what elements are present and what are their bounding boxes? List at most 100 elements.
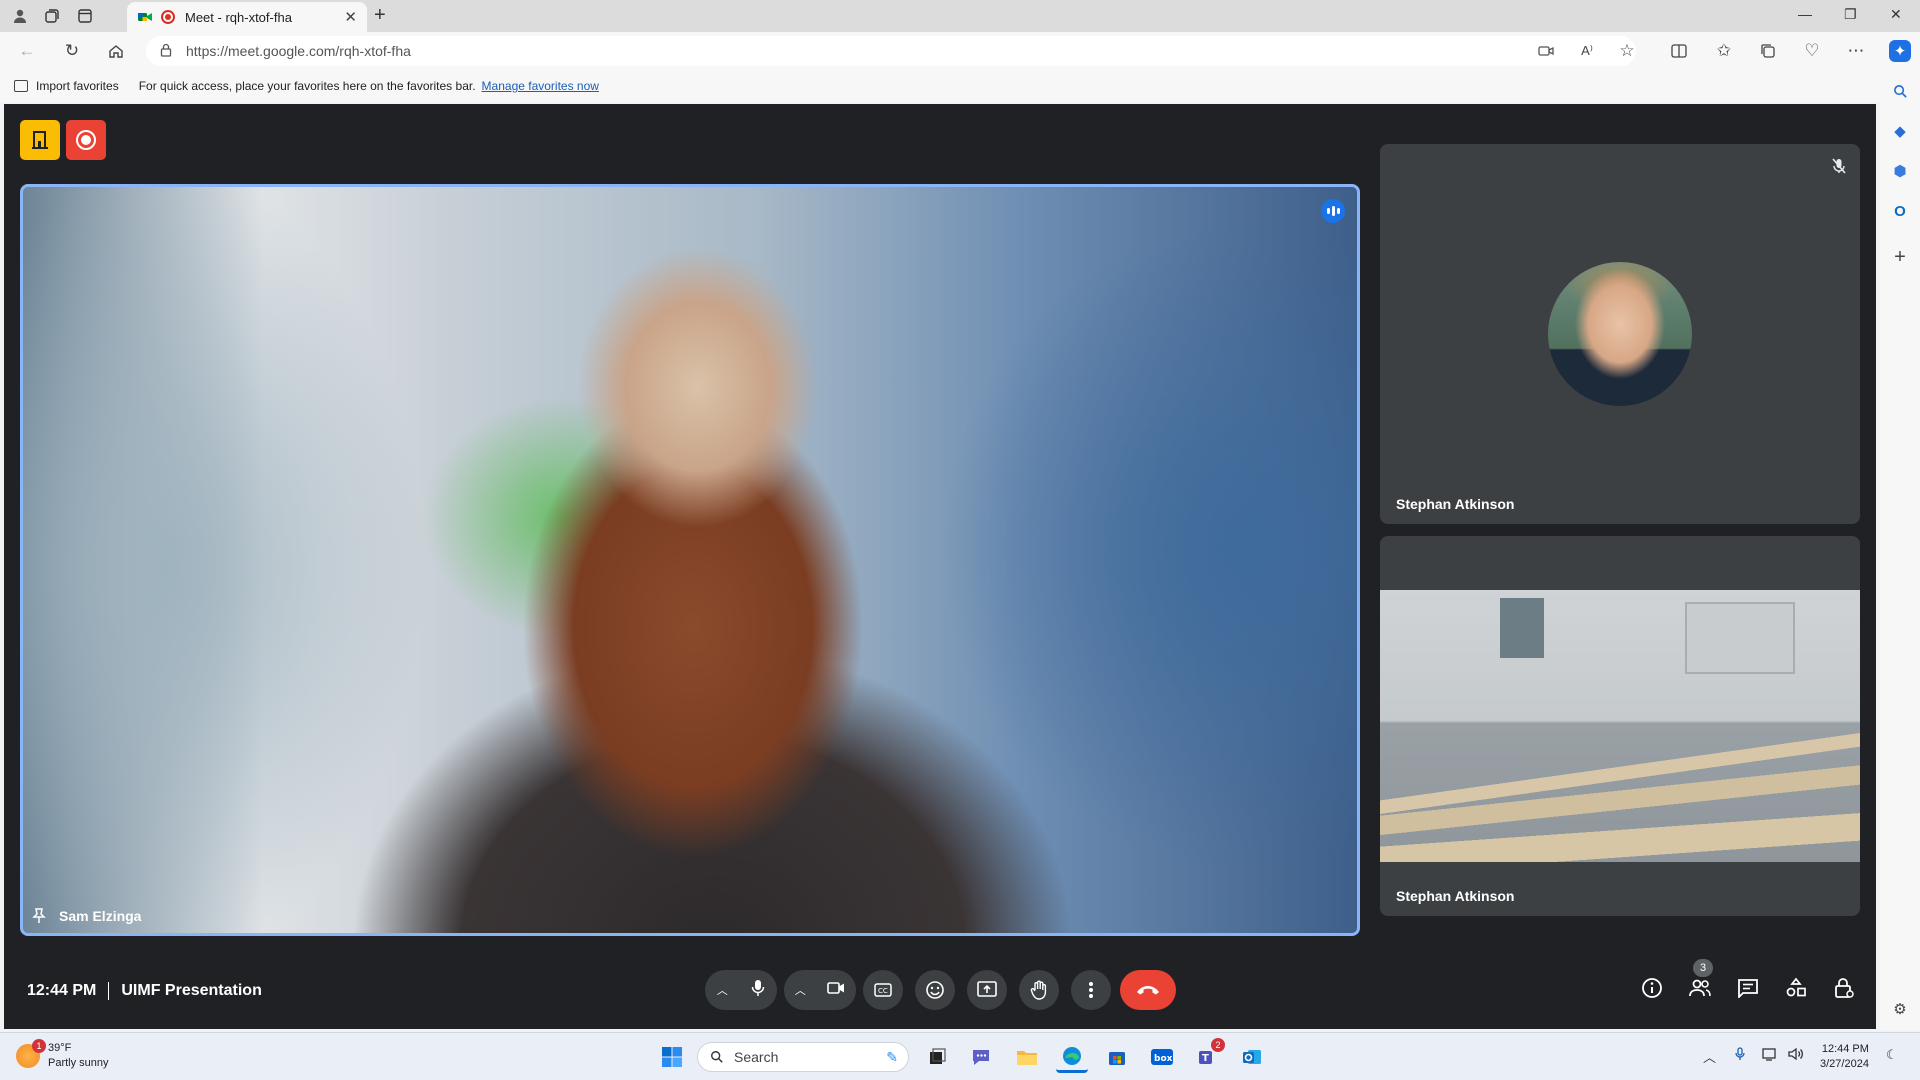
copilot-icon[interactable]: ✦: [1889, 40, 1911, 62]
outlook-taskbar-icon[interactable]: [1236, 1041, 1268, 1073]
more-options-button[interactable]: [1071, 970, 1111, 1010]
workspaces-icon[interactable]: [42, 6, 62, 26]
restore-icon[interactable]: ❐: [1844, 6, 1857, 23]
address-bar-row: ← ↻ https://meet.google.com/rqh-xtof-fha…: [0, 32, 1920, 70]
participant-video-feed: [1380, 590, 1860, 862]
url-field[interactable]: https://meet.google.com/rqh-xtof-fha: [146, 36, 1636, 66]
chat-app-icon[interactable]: [966, 1041, 998, 1073]
lock-icon[interactable]: [160, 43, 172, 60]
system-clock[interactable]: 12:44 PM 3/27/2024: [1820, 1042, 1869, 1072]
minimize-icon[interactable]: —: [1798, 6, 1812, 22]
new-tab-icon[interactable]: +: [374, 4, 386, 27]
home-icon[interactable]: [105, 40, 127, 62]
building-icon: [32, 131, 48, 149]
folder-icon: [14, 80, 28, 92]
pin-icon[interactable]: [31, 907, 49, 925]
outlook-icon[interactable]: O: [1889, 200, 1911, 222]
weather-widget[interactable]: 1 39°F Partly sunny: [16, 1039, 109, 1071]
edge-browser-icon[interactable]: [1056, 1041, 1088, 1073]
hand-icon: [1030, 980, 1047, 1000]
split-screen-icon[interactable]: [1668, 40, 1690, 62]
volume-icon[interactable]: [1788, 1047, 1804, 1064]
start-button[interactable]: [656, 1041, 688, 1073]
participant-avatar: [1548, 262, 1692, 406]
back-icon[interactable]: ←: [16, 40, 38, 62]
present-screen-button[interactable]: [967, 970, 1007, 1010]
browser-essentials-icon[interactable]: ♡: [1801, 40, 1823, 62]
collections-icon[interactable]: [1757, 40, 1779, 62]
manage-favorites-link[interactable]: Manage favorites now: [482, 79, 599, 93]
box-app-icon[interactable]: box: [1146, 1041, 1178, 1073]
companion-mode-button[interactable]: [20, 120, 60, 160]
chat-icon[interactable]: [1734, 974, 1762, 1002]
captions-button[interactable]: CC: [863, 970, 903, 1010]
camera-in-use-icon[interactable]: [1535, 40, 1557, 62]
tab-actions-icon[interactable]: [75, 6, 95, 26]
raise-hand-button[interactable]: [1019, 970, 1059, 1010]
teams-icon[interactable]: T 2: [1191, 1038, 1225, 1073]
meeting-info: 12:44 PM UIMF Presentation: [27, 982, 262, 1000]
video-options-chevron-up-icon[interactable]: ︿: [795, 982, 806, 998]
recording-button[interactable]: [66, 120, 106, 160]
search-highlight-icon: ✎: [886, 1048, 898, 1065]
camera-button[interactable]: [827, 981, 845, 1000]
svg-text:box: box: [1154, 1054, 1173, 1064]
meeting-details-icon[interactable]: [1638, 974, 1666, 1002]
tab-title: Meet - rqh-xtof-fha: [185, 9, 292, 25]
close-window-icon[interactable]: ✕: [1890, 6, 1902, 23]
office-icon[interactable]: ⬢: [1889, 160, 1911, 182]
file-explorer-icon[interactable]: [1011, 1041, 1043, 1073]
participant-tile-avatar[interactable]: Stephan Atkinson: [1380, 144, 1860, 524]
activities-icon[interactable]: [1782, 974, 1810, 1002]
settings-and-more-icon[interactable]: ⋯: [1845, 40, 1867, 62]
url-text: https://meet.google.com/rqh-xtof-fha: [186, 43, 411, 59]
tab-google-meet[interactable]: Meet - rqh-xtof-fha ✕: [127, 2, 367, 32]
weather-badge: 1: [32, 1039, 46, 1053]
weather-sun-icon: 1: [16, 1039, 46, 1068]
microphone-button[interactable]: [751, 979, 765, 1002]
show-hidden-icons-chevron-icon[interactable]: ︿: [1703, 1047, 1716, 1066]
host-controls-icon[interactable]: [1830, 974, 1858, 1002]
reactions-button[interactable]: [915, 970, 955, 1010]
taskbar-search-box[interactable]: Search ✎: [697, 1042, 909, 1072]
add-sidebar-app-icon[interactable]: +: [1889, 246, 1911, 268]
read-aloud-icon[interactable]: A⁾: [1576, 40, 1598, 62]
more-vert-icon: [1089, 982, 1093, 998]
favorites-icon[interactable]: ✩: [1713, 40, 1735, 62]
import-favorites-button[interactable]: Import favorites: [14, 79, 119, 93]
favorite-star-icon[interactable]: ☆: [1616, 40, 1638, 62]
windows-taskbar: 1 39°F Partly sunny Search ✎ box T 2 ︿ 1…: [0, 1032, 1920, 1080]
windows-logo-icon: [662, 1047, 682, 1067]
weather-temperature: 39°F: [48, 1042, 72, 1054]
microsoft-store-icon[interactable]: [1101, 1041, 1133, 1073]
refresh-icon[interactable]: ↻: [61, 40, 83, 62]
tray-microphone-icon[interactable]: [1735, 1047, 1745, 1064]
shopping-icon[interactable]: ◆: [1889, 120, 1911, 142]
teams-notification-badge: 2: [1211, 1038, 1225, 1052]
emoji-icon: [926, 981, 944, 999]
people-button[interactable]: 3: [1686, 959, 1714, 1002]
task-view-icon[interactable]: [921, 1041, 953, 1073]
participant-count-badge: 3: [1693, 959, 1713, 977]
participant-tile-video[interactable]: Stephan Atkinson: [1380, 536, 1860, 916]
google-meet-favicon: [137, 9, 153, 25]
network-icon[interactable]: [1762, 1047, 1778, 1064]
microphone-icon: [752, 979, 765, 996]
audio-options-chevron-up-icon[interactable]: ︿: [717, 982, 728, 998]
leave-call-button[interactable]: [1120, 970, 1176, 1010]
profile-icon[interactable]: [10, 6, 30, 26]
microphone-control: ︿: [705, 970, 777, 1010]
notifications-moon-icon[interactable]: ☾: [1886, 1047, 1898, 1063]
captions-icon: CC: [874, 983, 892, 997]
end-call-icon: [1137, 986, 1159, 995]
browser-tab-strip: Meet - rqh-xtof-fha ✕ + — ❐ ✕: [0, 0, 1920, 32]
main-speaker-tile[interactable]: Sam Elzinga: [20, 184, 1360, 936]
recording-indicator-icon: [161, 10, 175, 24]
edge-sidebar: ✦ ◆ ⬢ O + ⚙: [1880, 32, 1920, 1030]
camera-control: ︿: [784, 970, 856, 1010]
sidebar-settings-gear-icon[interactable]: ⚙: [1889, 998, 1911, 1020]
clock-time: 12:44 PM: [1821, 1043, 1869, 1055]
close-tab-icon[interactable]: ✕: [344, 8, 357, 26]
meeting-title: UIMF Presentation: [121, 982, 262, 999]
search-icon[interactable]: [1889, 80, 1911, 102]
